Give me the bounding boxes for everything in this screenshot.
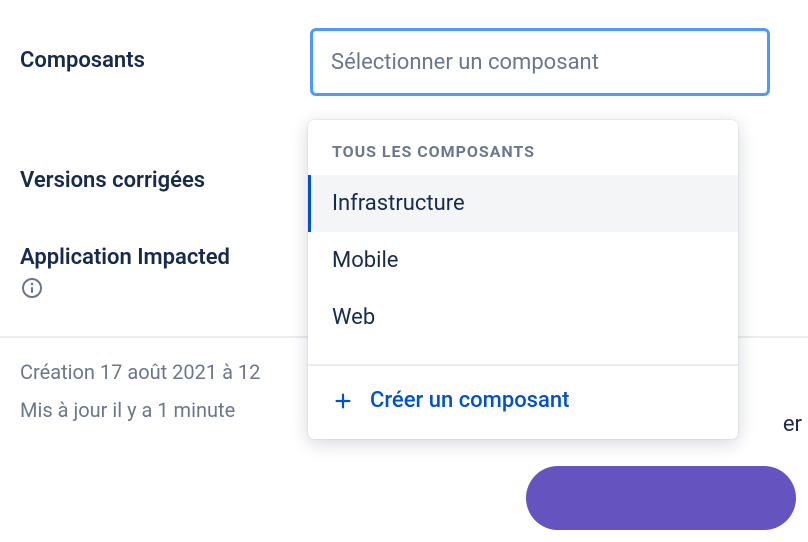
dropdown-option-infrastructure[interactable]: Infrastructure (308, 175, 738, 232)
partial-text: er (783, 412, 802, 437)
field-label-fix-versions: Versions corrigées (20, 148, 310, 193)
dropdown-create-component[interactable]: Créer un composant (308, 366, 738, 439)
info-icon[interactable] (20, 276, 44, 300)
field-label-app-impacted: Application Impacted (20, 245, 310, 306)
dropdown-option-mobile[interactable]: Mobile (308, 232, 738, 289)
dropdown-create-label: Créer un composant (370, 388, 569, 413)
field-label-components: Composants (20, 28, 310, 73)
components-select[interactable]: Sélectionner un composant (310, 28, 770, 96)
components-dropdown: TOUS LES COMPOSANTS Infrastructure Mobil… (308, 120, 738, 439)
dropdown-option-web[interactable]: Web (308, 289, 738, 346)
floating-action-pill[interactable] (526, 466, 796, 530)
dropdown-header: TOUS LES COMPOSANTS (308, 120, 738, 175)
field-components: Composants Sélectionner un composant (20, 28, 788, 96)
components-placeholder: Sélectionner un composant (331, 50, 599, 75)
plus-icon (332, 390, 354, 412)
